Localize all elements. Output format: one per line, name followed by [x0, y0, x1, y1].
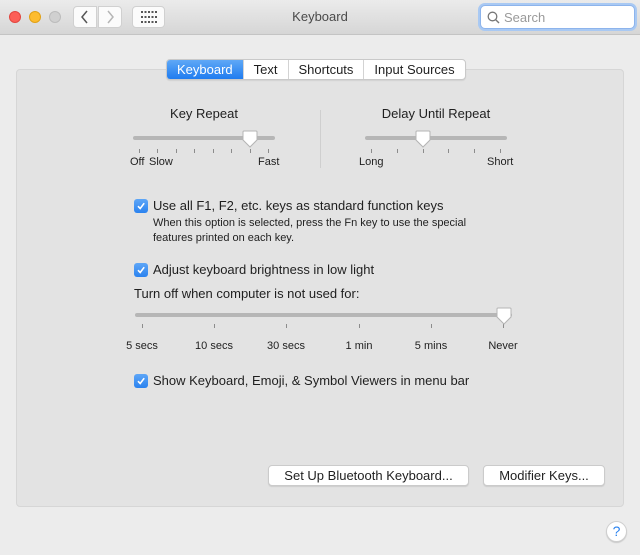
delay-until-repeat-tick — [448, 149, 449, 153]
delay-until-repeat-tick — [397, 149, 398, 153]
key-repeat-tick — [268, 149, 269, 153]
viewers-label: Show Keyboard, Emoji, & Symbol Viewers i… — [153, 373, 470, 388]
fn-keys-description-line1: When this option is selected, press the … — [153, 217, 467, 229]
key-repeat-tick — [157, 149, 158, 153]
fn-keys-description-line2: features printed on each key. — [153, 232, 295, 244]
delay-until-repeat-tick — [500, 149, 501, 153]
fn-keys-option[interactable]: Use all F1, F2, etc. keys as standard fu… — [134, 198, 443, 213]
help-button[interactable]: ? — [606, 521, 627, 542]
viewers-checkbox[interactable] — [134, 373, 148, 388]
key-repeat-slow-label: Slow — [149, 156, 173, 168]
delay-until-repeat-track[interactable] — [365, 136, 507, 140]
checkmark-icon — [137, 202, 145, 210]
turn-off-stop-label: 30 secs — [267, 340, 305, 352]
delay-until-repeat-tick — [371, 149, 372, 153]
brightness-option[interactable]: Adjust keyboard brightness in low light — [134, 262, 374, 277]
turn-off-knob[interactable] — [496, 307, 512, 325]
viewers-option[interactable]: Show Keyboard, Emoji, & Symbol Viewers i… — [134, 373, 469, 388]
turn-off-tick — [214, 324, 215, 328]
turn-off-stop-label: 10 secs — [195, 340, 233, 352]
turn-off-tick — [431, 324, 432, 328]
turn-off-track[interactable] — [135, 313, 512, 317]
checkmark-icon — [137, 266, 145, 274]
title-bar: Keyboard — [0, 0, 640, 35]
question-mark-icon: ? — [612, 523, 621, 539]
key-repeat-fast-label: Fast — [258, 156, 280, 168]
fn-keys-checkbox[interactable] — [134, 198, 148, 213]
delay-until-repeat-knob[interactable] — [415, 130, 431, 148]
checkmark-icon — [137, 377, 145, 385]
set-up-bluetooth-keyboard-button[interactable]: Set Up Bluetooth Keyboard... — [268, 465, 469, 486]
key-repeat-knob[interactable] — [242, 130, 258, 148]
delay-long-label: Long — [359, 156, 384, 168]
key-repeat-off-label: Off — [130, 156, 145, 168]
tab-shortcuts[interactable]: Shortcuts — [289, 60, 365, 79]
turn-off-tick — [142, 324, 143, 328]
search-icon — [487, 11, 500, 23]
delay-until-repeat-tick — [474, 149, 475, 153]
key-repeat-title: Key Repeat — [170, 106, 238, 121]
tab-text[interactable]: Text — [244, 60, 289, 79]
key-repeat-tick — [139, 149, 140, 153]
delay-until-repeat-tick — [423, 149, 424, 153]
brightness-label: Adjust keyboard brightness in low light — [153, 262, 375, 277]
fn-keys-label: Use all F1, F2, etc. keys as standard fu… — [153, 198, 444, 213]
turn-off-tick — [286, 324, 287, 328]
turn-off-label: Turn off when computer is not used for: — [134, 286, 360, 301]
brightness-checkbox[interactable] — [134, 262, 148, 277]
delay-short-label: Short — [487, 156, 514, 168]
tab-input-sources[interactable]: Input Sources — [364, 60, 464, 79]
search-field[interactable] — [480, 5, 635, 29]
key-repeat-tick — [176, 149, 177, 153]
search-input[interactable] — [504, 9, 624, 25]
delay-until-repeat-title: Delay Until Repeat — [381, 106, 491, 121]
tab-keyboard[interactable]: Keyboard — [167, 60, 244, 79]
turn-off-tick — [359, 324, 360, 328]
turn-off-stop-label: 1 min — [345, 340, 373, 352]
turn-off-stop-label: 5 mins — [414, 340, 448, 352]
tab-bar: Keyboard Text Shortcuts Input Sources — [166, 59, 466, 80]
key-repeat-tick — [194, 149, 195, 153]
key-repeat-tick — [213, 149, 214, 153]
key-repeat-tick — [231, 149, 232, 153]
turn-off-stop-label: 5 secs — [126, 340, 158, 352]
modifier-keys-button[interactable]: Modifier Keys... — [483, 465, 605, 486]
turn-off-stop-label: Never — [488, 340, 518, 352]
key-repeat-tick — [250, 149, 251, 153]
section-divider — [320, 110, 321, 168]
